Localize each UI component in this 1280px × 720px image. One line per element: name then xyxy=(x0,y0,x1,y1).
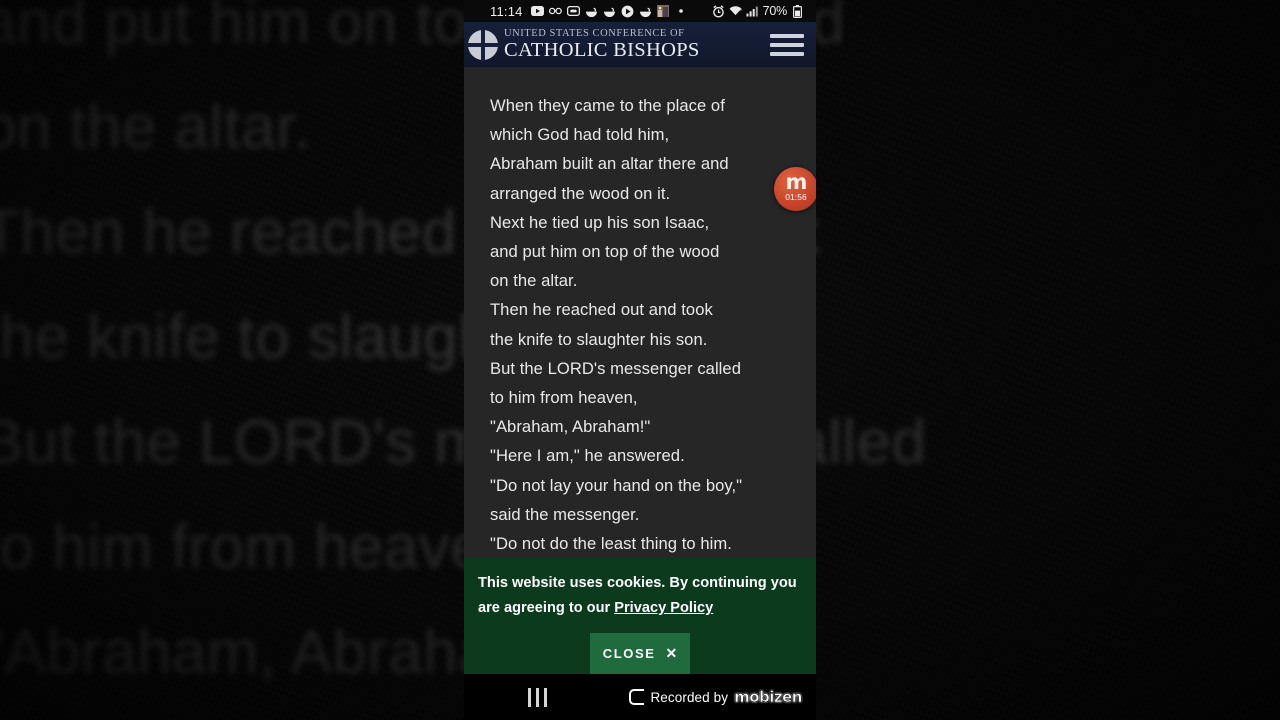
reading-line: Abraham built an altar there and xyxy=(490,154,729,174)
reading-line: Then he reached out and took xyxy=(490,300,713,320)
reading-line: arranged the wood on it. xyxy=(490,183,671,203)
reading-line: "Abraham, Abraham!" xyxy=(490,417,651,437)
brand-line-top: UNITED STATES CONFERENCE OF xyxy=(504,27,685,39)
dot-icon xyxy=(675,5,688,18)
wifi-icon: + xyxy=(729,5,742,18)
youtube-icon xyxy=(530,5,544,18)
cookie-actions: CLOSE ✕ xyxy=(464,633,816,674)
privacy-policy-link[interactable]: Privacy Policy xyxy=(614,600,713,616)
brand-line-main: CATHOLIC BISHOPS xyxy=(504,39,700,61)
android-navigation-bar: Recorded by mobizen xyxy=(464,674,816,720)
status-bar: 11:14 70% xyxy=(464,0,816,22)
reading-line: "Do not lay your hand on the boy," xyxy=(490,475,743,495)
battery-percent: 70% xyxy=(762,4,788,18)
record-timer: 01:56 xyxy=(785,192,807,202)
recents-bar xyxy=(536,687,539,707)
recents-bar xyxy=(544,687,547,707)
cookie-message: This website uses cookies. By continuing… xyxy=(464,558,816,633)
reading-line: said the messenger. xyxy=(490,504,640,524)
app-icon-2 xyxy=(603,5,616,18)
app-icon-3 xyxy=(639,5,652,18)
play-icon xyxy=(621,5,634,18)
mobizen-logo-letter: m xyxy=(785,170,808,194)
reading-line: and put him on top of the wood xyxy=(490,242,720,262)
reading-line: which God had told him, xyxy=(490,125,670,145)
close-button[interactable]: CLOSE ✕ xyxy=(590,633,690,674)
voicemail-icon xyxy=(548,5,562,18)
reading-line: on the altar. xyxy=(490,271,578,291)
watermark-bracket-icon xyxy=(629,689,645,705)
hamburger-bar xyxy=(770,33,804,38)
close-icon: ✕ xyxy=(665,645,678,661)
close-button-label: CLOSE xyxy=(602,646,656,661)
status-clock: 11:14 xyxy=(490,3,523,19)
screen-recording-frame: and put him on top of the wood on the al… xyxy=(0,0,1280,720)
site-brand[interactable]: UNITED STATES CONFERENCE OF CATHOLIC BIS… xyxy=(504,27,700,61)
signal-icon xyxy=(746,5,759,18)
reading-line: Next he tied up his son Isaac, xyxy=(490,212,710,232)
watermark-brand: mobizen xyxy=(734,688,803,707)
reading-line: to him from heaven, xyxy=(490,388,638,408)
watermark-text: Recorded by xyxy=(650,689,729,705)
hamburger-bar xyxy=(770,42,804,47)
mobizen-watermark: Recorded by mobizen xyxy=(629,688,803,707)
phone-screen: 11:14 70% UNITED STATES CONFERENCE OF CA… xyxy=(464,0,816,720)
hamburger-bar xyxy=(770,51,804,56)
app-icon-1 xyxy=(585,5,598,18)
sim-card-icon xyxy=(566,5,580,18)
status-right-cluster: + 70% xyxy=(712,4,804,18)
mobizen-record-floating-button[interactable]: m 01:56 xyxy=(774,167,816,211)
site-header: UNITED STATES CONFERENCE OF CATHOLIC BIS… xyxy=(464,22,816,67)
reading-line: "Do not do the least thing to him. xyxy=(490,534,732,554)
recents-bar xyxy=(528,687,531,707)
reading-line: "Here I am," he answered. xyxy=(490,446,685,466)
logo-horizontal-bar xyxy=(466,42,500,47)
svg-text:+: + xyxy=(739,7,741,12)
reading-line: the knife to slaughter his son. xyxy=(490,329,708,349)
usccb-cross-circle-logo-icon[interactable] xyxy=(466,27,500,62)
gallery-icon xyxy=(657,5,670,18)
reading-line: But the LORD's messenger called xyxy=(490,358,741,378)
hamburger-menu-icon[interactable] xyxy=(770,32,804,58)
scripture-reading-panel[interactable]: When they came to the place of which God… xyxy=(464,67,816,558)
reading-line: When they came to the place of xyxy=(490,96,725,115)
alarm-icon xyxy=(712,4,725,18)
battery-icon xyxy=(791,4,804,18)
cookie-consent-banner: This website uses cookies. By continuing… xyxy=(464,558,816,674)
recents-button-icon[interactable] xyxy=(528,687,547,707)
